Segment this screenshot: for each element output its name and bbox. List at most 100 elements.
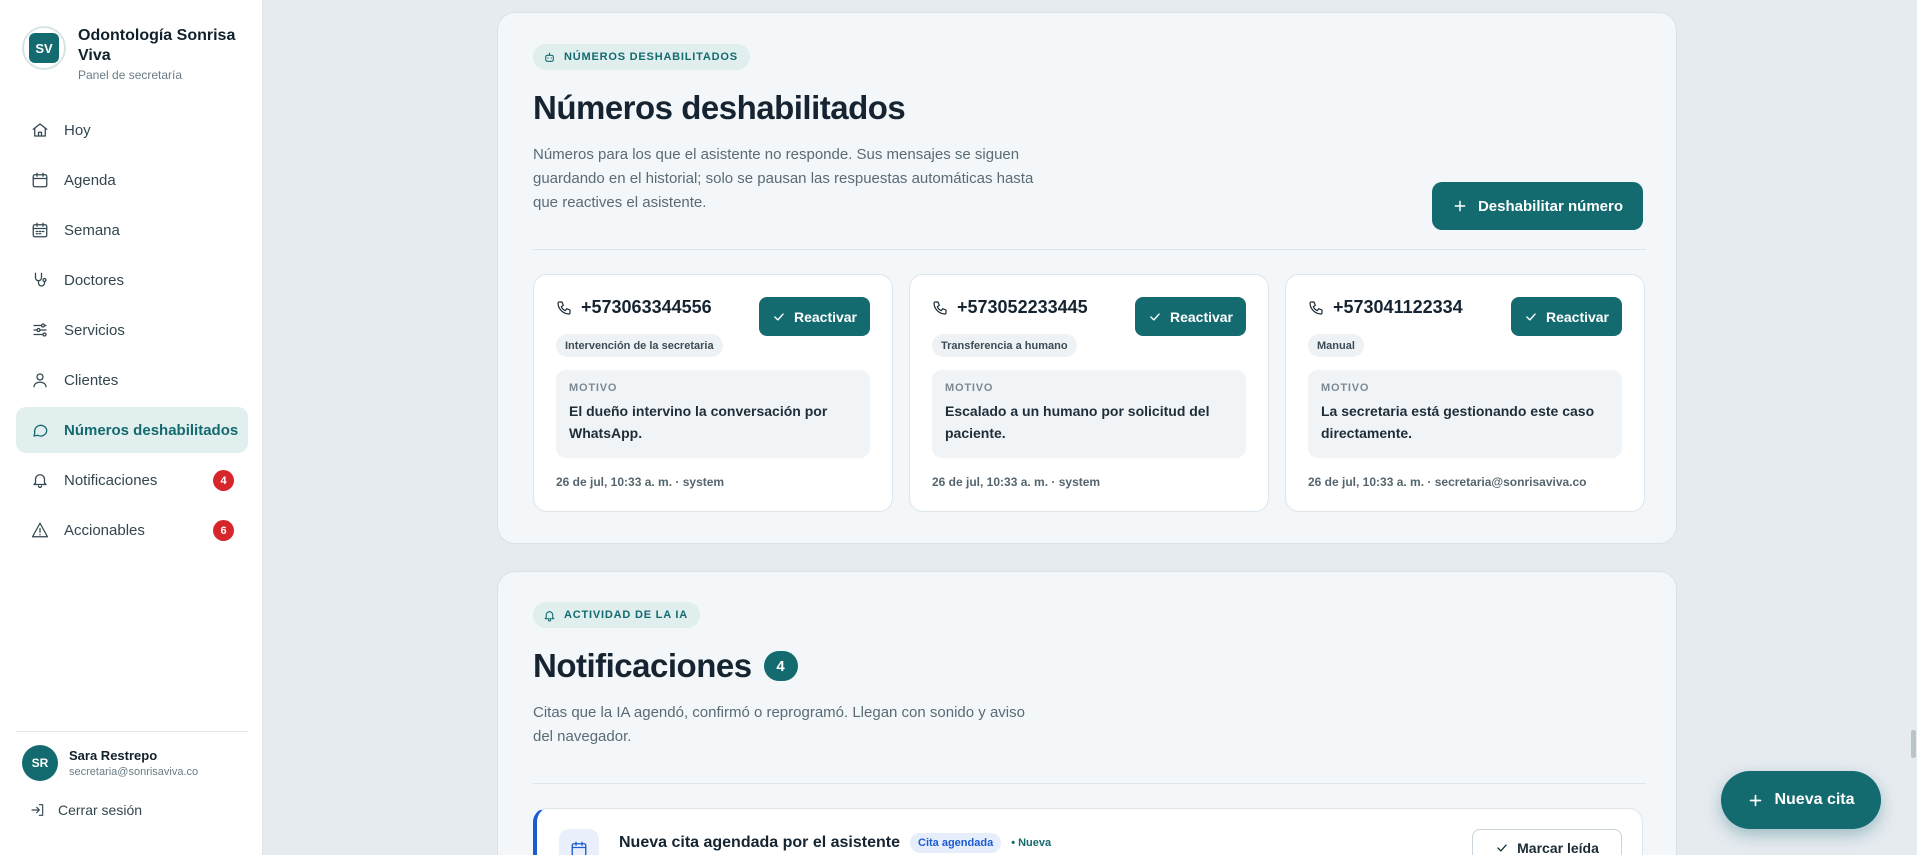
disabled-number-card: +573052233445 Reactivar Transferencia a … [909, 274, 1269, 512]
disabled-number-card: +573041122334 Reactivar Manual MOTIVO La… [1285, 274, 1645, 512]
sidebar-item-clientes[interactable]: Clientes [16, 357, 248, 403]
page-title: Números deshabilitados [533, 89, 906, 126]
bell-icon [30, 470, 50, 490]
sidebar-nav: Hoy Agenda Semana Doctores Servicios Cli… [16, 107, 248, 557]
section-description: Citas que la IA agendó, confirmó o repro… [533, 704, 1025, 745]
card-meta: 26 de jul, 10:33 a. m. · secretaria@sonr… [1308, 475, 1587, 489]
phone-icon [557, 300, 571, 315]
check-icon [774, 312, 784, 321]
divider [533, 249, 1646, 250]
sidebar-item-hoy[interactable]: Hoy [16, 107, 248, 153]
section-eyebrow: ACTIVIDAD DE LA IA [533, 602, 700, 628]
sidebar-divider [16, 731, 248, 732]
reason-box: MOTIVO La secretaria está gestionando es… [1308, 370, 1622, 458]
phone-number-text: +573063344556 [581, 297, 712, 317]
disable-number-button[interactable]: Deshabilitar número [1432, 182, 1643, 230]
button-label: Reactivar [1545, 308, 1610, 325]
section-title-text: Notificaciones [533, 647, 752, 684]
reason-tag: Transferencia a humano [932, 334, 1077, 357]
logout-button[interactable]: Cerrar sesión [30, 802, 142, 818]
reactivate-button[interactable]: Reactivar [1135, 297, 1246, 336]
warning-icon [30, 520, 50, 540]
sliders-icon [30, 320, 50, 340]
sidebar-item-label: Accionables [64, 521, 145, 539]
check-icon [1150, 312, 1160, 321]
button-label: Reactivar [1169, 308, 1234, 325]
new-appointment-button[interactable]: Nueva cita [1721, 771, 1881, 829]
sidebar-item-servicios[interactable]: Servicios [16, 307, 248, 353]
notification-title-text: Nueva cita agendada por el asistente [619, 834, 900, 851]
count-badge: 4 [763, 651, 798, 681]
reason-tag: Intervención de la secretaria [556, 334, 723, 357]
sidebar-item-agenda[interactable]: Agenda [16, 157, 248, 203]
logout-icon [31, 804, 44, 816]
button-label: Deshabilitar número [1477, 197, 1624, 215]
reason-text: El dueño intervino la conversación por W… [569, 403, 828, 441]
sidebar-item-label: Hoy [64, 121, 91, 139]
reason-tag: Manual [1308, 334, 1364, 357]
stethoscope-icon [30, 270, 50, 290]
notification-item[interactable]: Nueva cita agendada por el asistente Cit… [533, 808, 1643, 855]
brand-logo: SV [22, 26, 66, 70]
calendar-icon [559, 829, 599, 855]
user-icon [30, 370, 50, 390]
section-eyebrow: NÚMEROS DESHABILITADOS [533, 44, 750, 70]
section-title: Notificaciones 4 [533, 647, 798, 685]
sidebar-item-label: Clientes [64, 371, 119, 389]
sidebar-item-label: Números deshabilitados [64, 421, 239, 439]
divider [533, 783, 1646, 784]
sidebar: SV Odontología Sonrisa Viva Panel de sec… [0, 0, 263, 855]
reactivate-button[interactable]: Reactivar [1511, 297, 1622, 336]
reason-box: MOTIVO El dueño intervino la conversació… [556, 370, 870, 458]
brand[interactable]: SV Odontología Sonrisa Viva Panel de sec… [22, 26, 248, 82]
sidebar-item-numeros-deshabilitados[interactable]: Números deshabilitados [16, 407, 248, 453]
mark-read-button[interactable]: Marcar leída [1472, 829, 1622, 855]
sidebar-item-doctores[interactable]: Doctores [16, 257, 248, 303]
eyebrow-label: NÚMEROS DESHABILITADOS [564, 51, 738, 63]
logout-label: Cerrar sesión [58, 802, 143, 818]
reason-label: MOTIVO [569, 382, 618, 394]
sidebar-item-label: Semana [64, 221, 120, 239]
brand-logo-initials: SV [29, 33, 59, 63]
reason-label: MOTIVO [1321, 382, 1370, 394]
notification-count-badge: 4 [213, 470, 234, 491]
plus-icon [1454, 200, 1466, 212]
eyebrow-label: ACTIVIDAD DE LA IA [564, 609, 688, 621]
chat-bubble-icon [30, 420, 50, 440]
notification-title: Nueva cita agendada por el asistente Cit… [619, 833, 1051, 853]
sidebar-item-accionables[interactable]: Accionables 6 [16, 507, 248, 553]
sidebar-item-label: Agenda [64, 171, 116, 189]
disabled-number-card: +573063344556 Reactivar Intervención de … [533, 274, 893, 512]
bell-icon [544, 610, 555, 621]
actionables-count-badge: 6 [213, 520, 234, 541]
page-description: Números para los que el asistente no res… [533, 146, 1034, 211]
phone-number: +573052233445 [932, 297, 1088, 318]
phone-icon [1309, 300, 1323, 315]
sidebar-item-label: Notificaciones [64, 471, 158, 489]
sidebar-item-label: Servicios [64, 321, 125, 339]
card-meta: 26 de jul, 10:33 a. m. · system [556, 475, 725, 489]
reason-box: MOTIVO Escalado a un humano por solicitu… [932, 370, 1246, 458]
phone-icon [933, 300, 947, 315]
phone-number: +573041122334 [1308, 297, 1463, 318]
brand-name: Odontología Sonrisa Viva [78, 27, 236, 64]
home-icon [30, 120, 50, 140]
card-meta: 26 de jul, 10:33 a. m. · system [932, 475, 1101, 489]
phone-number-text: +573041122334 [1333, 297, 1463, 317]
reason-text: La secretaria está gestionando este caso… [1321, 403, 1595, 441]
button-label: Marcar leída [1517, 840, 1599, 855]
user-profile[interactable]: SR Sara Restrepo secretaria@sonrisaviva.… [22, 745, 198, 781]
sidebar-item-semana[interactable]: Semana [16, 207, 248, 253]
reason-text: Escalado a un humano por solicitud del p… [945, 403, 1210, 441]
calendar-week-icon [30, 220, 50, 240]
avatar: SR [22, 745, 58, 781]
sidebar-item-notificaciones[interactable]: Notificaciones 4 [16, 457, 248, 503]
scrollbar-thumb[interactable] [1911, 730, 1916, 758]
reason-label: MOTIVO [945, 382, 994, 394]
check-icon [1526, 312, 1536, 321]
reactivate-button[interactable]: Reactivar [759, 297, 870, 336]
status-badge: • Nueva [1011, 837, 1052, 849]
button-label: Nueva cita [1774, 791, 1855, 808]
user-email: secretaria@sonrisaviva.co [69, 766, 199, 778]
phone-number: +573063344556 [556, 297, 712, 318]
